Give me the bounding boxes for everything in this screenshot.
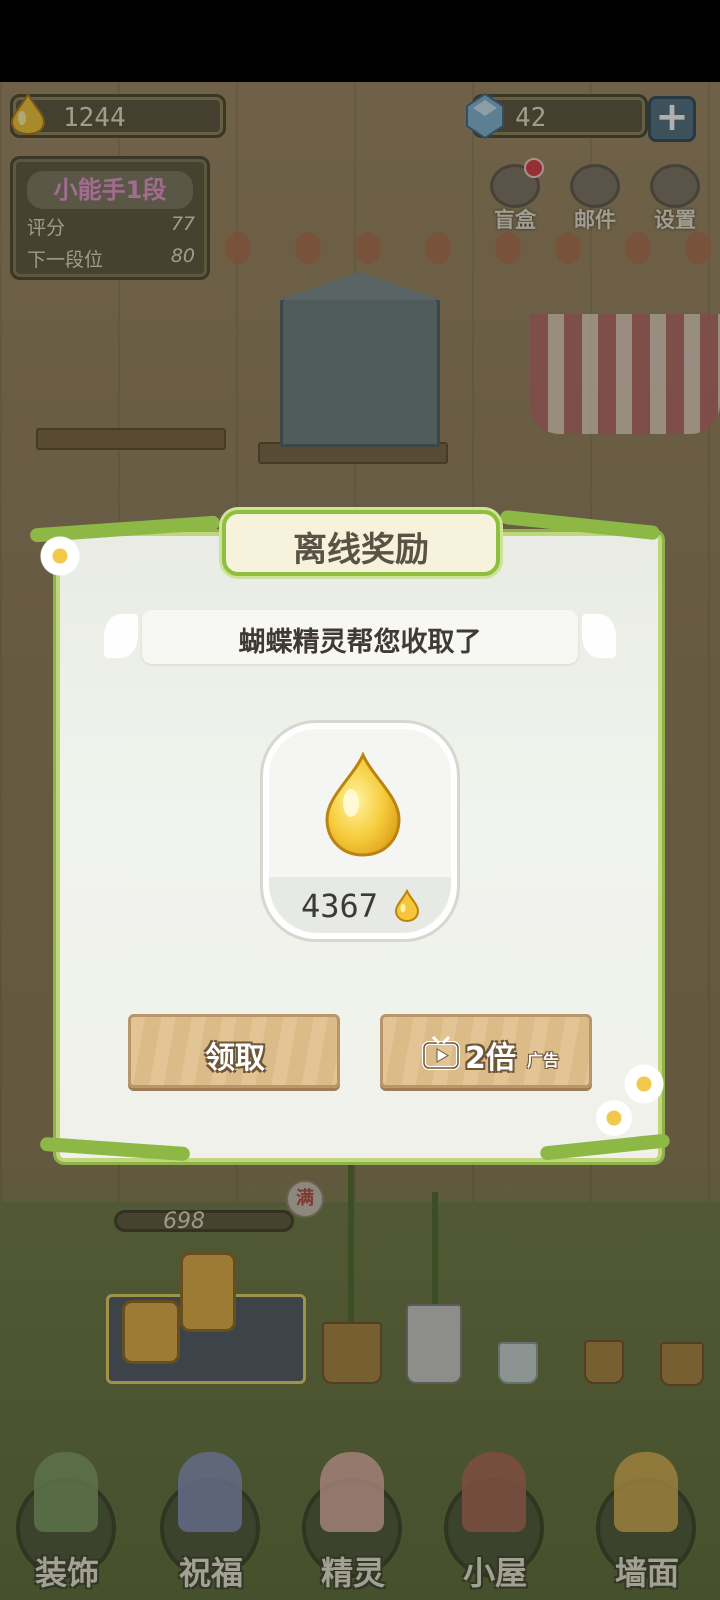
daisy-decoration (596, 1100, 632, 1136)
water-drop-icon (325, 751, 401, 857)
wing-right-decoration (582, 614, 616, 658)
water-drop-icon (394, 889, 420, 923)
double-reward-ad-button[interactable]: 2倍 广告 (380, 1014, 592, 1088)
claim-label: 领取 (205, 1041, 265, 1076)
dialog-subtitle: 蝴蝶精灵帮您收取了 (238, 627, 482, 658)
video-ad-icon (422, 1035, 460, 1070)
wing-left-decoration (104, 614, 138, 658)
daisy-decoration (38, 534, 82, 578)
dialog-subtitle-bar: 蝴蝶精灵帮您收取了 (142, 610, 578, 664)
double-label: 2倍 (465, 1041, 516, 1076)
claim-button[interactable]: 领取 (128, 1014, 340, 1088)
reward-amount: 4367 (301, 887, 379, 925)
status-bar (0, 0, 720, 82)
dialog-title-banner: 离线奖励 (222, 510, 500, 576)
reward-card: 4367 (260, 720, 460, 942)
ad-label: 广告 (527, 1051, 560, 1070)
daisy-decoration (622, 1062, 666, 1106)
dialog-title: 离线奖励 (293, 530, 429, 570)
